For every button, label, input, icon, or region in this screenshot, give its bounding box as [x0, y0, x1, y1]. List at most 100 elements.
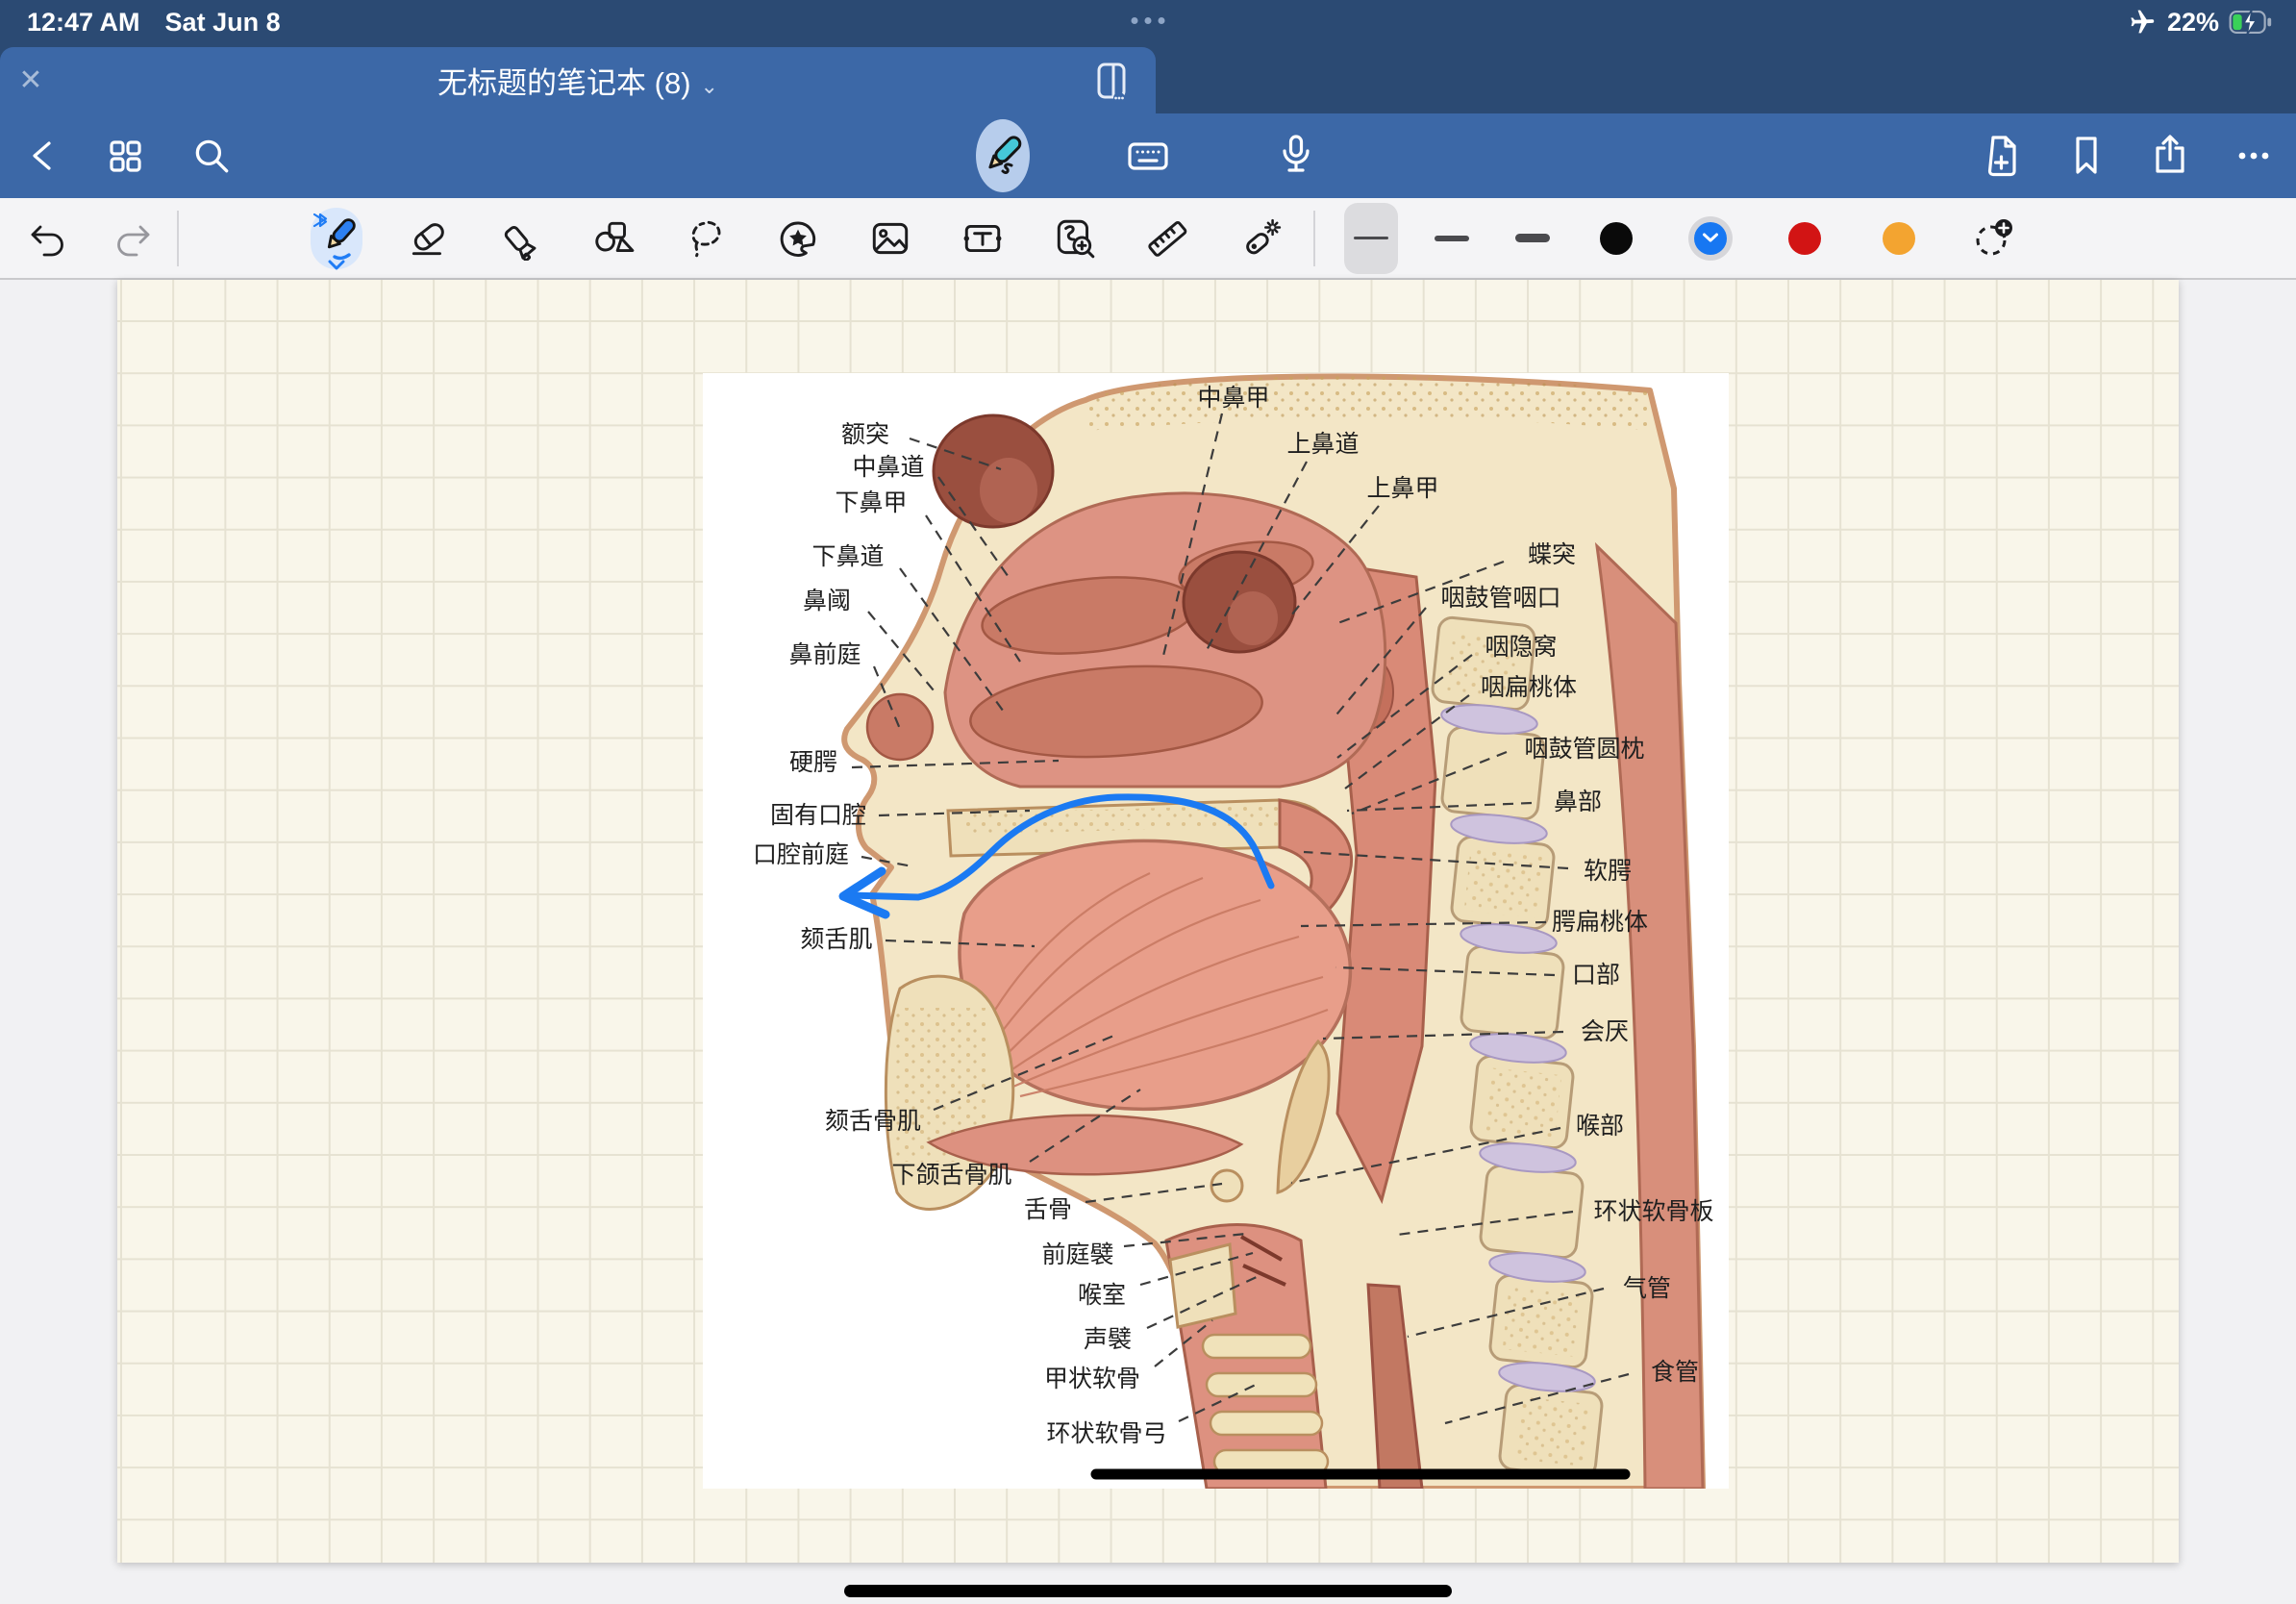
svg-text:咽扁桃体: 咽扁桃体 — [1481, 673, 1577, 701]
share-button[interactable] — [2143, 129, 2197, 183]
svg-text:咽鼓管圆枕: 咽鼓管圆枕 — [1524, 735, 1644, 763]
laser-pointer-tool-button[interactable] — [1236, 210, 1283, 267]
ruler-tool-button[interactable] — [1144, 210, 1190, 267]
type-keyboard-button[interactable] — [1121, 129, 1175, 183]
svg-text:蝶突: 蝶突 — [1528, 540, 1576, 568]
svg-text:软腭: 软腭 — [1584, 857, 1632, 885]
svg-text:额突: 额突 — [841, 420, 889, 448]
thickness-thin-button[interactable] — [1344, 203, 1398, 274]
close-tab-icon[interactable]: ✕ — [0, 63, 62, 97]
navigation-toolbar — [0, 113, 2296, 198]
thickness-medium-button[interactable] — [1425, 203, 1479, 274]
image-tool-button[interactable] — [867, 210, 913, 267]
svg-text:口腔前庭: 口腔前庭 — [753, 840, 849, 868]
svg-text:会厌: 会厌 — [1581, 1017, 1629, 1045]
color-red-button[interactable] — [1783, 216, 1827, 261]
redo-icon — [112, 217, 157, 260]
ruler-icon — [1145, 216, 1189, 261]
svg-text:口部: 口部 — [1572, 961, 1620, 989]
highlighter-icon — [499, 216, 543, 261]
svg-text:舌骨: 舌骨 — [1024, 1195, 1072, 1223]
svg-text:下鼻甲: 下鼻甲 — [835, 489, 907, 516]
svg-text:鼻前庭: 鼻前庭 — [788, 640, 861, 668]
text-icon — [961, 216, 1005, 261]
sticker-tool-button[interactable] — [775, 210, 821, 267]
tools-toolbar — [0, 198, 2296, 280]
svg-text:喉室: 喉室 — [1078, 1281, 1126, 1309]
thumbnails-grid-icon — [104, 135, 146, 177]
svg-text:气管: 气管 — [1623, 1274, 1671, 1302]
svg-text:环状软骨弓: 环状软骨弓 — [1046, 1419, 1166, 1447]
svg-text:中鼻甲: 中鼻甲 — [1197, 384, 1269, 412]
keyboard-icon — [1124, 135, 1172, 177]
status-time: 12:47 AM — [27, 8, 140, 38]
home-indicator[interactable] — [844, 1585, 1452, 1597]
text-tool-button[interactable] — [960, 210, 1006, 267]
undo-button[interactable] — [23, 210, 69, 267]
search-icon — [189, 134, 234, 178]
toolbar-divider — [1313, 211, 1315, 266]
sticker-icon — [776, 216, 820, 261]
notebook-page[interactable]: 额突中鼻道下鼻甲下鼻道鼻阈鼻前庭硬腭固有口腔口腔前庭颏舌肌颏舌骨肌下颌舌骨肌舌骨… — [117, 280, 2179, 1563]
add-page-button[interactable] — [1975, 129, 2029, 183]
more-ellipsis-icon — [2233, 135, 2275, 177]
svg-text:腭扁桃体: 腭扁桃体 — [1552, 908, 1648, 936]
svg-text:前庭襞: 前庭襞 — [1041, 1241, 1113, 1268]
svg-text:甲状软骨: 甲状软骨 — [1044, 1365, 1140, 1392]
notebook-title[interactable]: 无标题的笔记本 (8)⌄ — [0, 59, 1156, 102]
image-icon — [868, 216, 912, 261]
svg-text:食管: 食管 — [1651, 1358, 1699, 1386]
battery-percent: 22% — [2167, 8, 2219, 38]
color-blue-button-selected[interactable] — [1688, 216, 1733, 261]
thumbnails-button[interactable] — [98, 129, 152, 183]
search-button[interactable] — [185, 129, 238, 183]
add-custom-color-icon — [1971, 216, 2015, 261]
multitask-dots-indicator[interactable] — [1132, 17, 1165, 24]
document-canvas: 额突中鼻道下鼻甲下鼻道鼻阈鼻前庭硬腭固有口腔口腔前庭颏舌肌颏舌骨肌下颌舌骨肌舌骨… — [0, 280, 2296, 1604]
svg-text:硬腭: 硬腭 — [789, 748, 837, 776]
svg-text:声襞: 声襞 — [1084, 1325, 1132, 1353]
svg-text:上鼻道: 上鼻道 — [1286, 430, 1359, 458]
pen-tool-button[interactable] — [313, 210, 360, 267]
svg-text:鼻阈: 鼻阈 — [803, 587, 851, 614]
anatomy-image[interactable]: 额突中鼻道下鼻甲下鼻道鼻阈鼻前庭硬腭固有口腔口腔前庭颏舌肌颏舌骨肌下颌舌骨肌舌骨… — [703, 373, 1729, 1489]
status-date: Sat Jun 8 — [165, 8, 281, 38]
lasso-tool-button[interactable] — [683, 210, 729, 267]
toolbar-divider — [177, 211, 179, 266]
pen-mode-button[interactable] — [976, 129, 1030, 183]
back-button[interactable] — [17, 129, 71, 183]
redo-button[interactable] — [112, 210, 158, 267]
svg-text:下鼻道: 下鼻道 — [811, 542, 884, 570]
thickness-thick-button[interactable] — [1506, 203, 1560, 274]
split-view-icon[interactable] — [1094, 61, 1131, 103]
shapes-icon — [591, 216, 636, 261]
airplane-mode-icon — [2129, 8, 2158, 37]
tab-bar: ✕ 无标题的笔记本 (8)⌄ — [0, 44, 2296, 113]
bookmark-button[interactable] — [2059, 129, 2113, 183]
svg-text:环状软骨板: 环状软骨板 — [1593, 1197, 1713, 1225]
color-black-button[interactable] — [1594, 216, 1638, 261]
highlighter-tool-button[interactable] — [498, 210, 544, 267]
share-icon — [2149, 133, 2191, 179]
svg-text:咽鼓管咽口: 咽鼓管咽口 — [1440, 584, 1560, 612]
svg-text:上鼻甲: 上鼻甲 — [1366, 474, 1438, 502]
pen-tool-icon — [311, 211, 362, 266]
svg-text:咽隐窝: 咽隐窝 — [1485, 633, 1557, 661]
eraser-tool-button[interactable] — [406, 210, 452, 267]
chevron-down-icon: ⌄ — [701, 74, 718, 98]
lasso-icon — [684, 216, 728, 261]
bookmark-icon — [2065, 134, 2108, 178]
add-custom-color-button[interactable] — [1971, 216, 2015, 261]
record-audio-button[interactable] — [1269, 129, 1323, 183]
chevron-down-icon — [327, 260, 346, 271]
undo-icon — [24, 217, 68, 260]
battery-charging-icon — [2229, 8, 2275, 37]
color-orange-button[interactable] — [1877, 216, 1921, 261]
notebook-tab[interactable]: ✕ 无标题的笔记本 (8)⌄ — [0, 47, 1156, 113]
more-options-button[interactable] — [2227, 129, 2281, 183]
shapes-tool-button[interactable] — [590, 210, 636, 267]
scribble-convert-tool-button[interactable] — [1052, 210, 1098, 267]
eraser-icon — [407, 216, 451, 261]
status-bar: 12:47 AM Sat Jun 8 22% — [0, 0, 2296, 44]
svg-text:中鼻道: 中鼻道 — [852, 453, 924, 481]
